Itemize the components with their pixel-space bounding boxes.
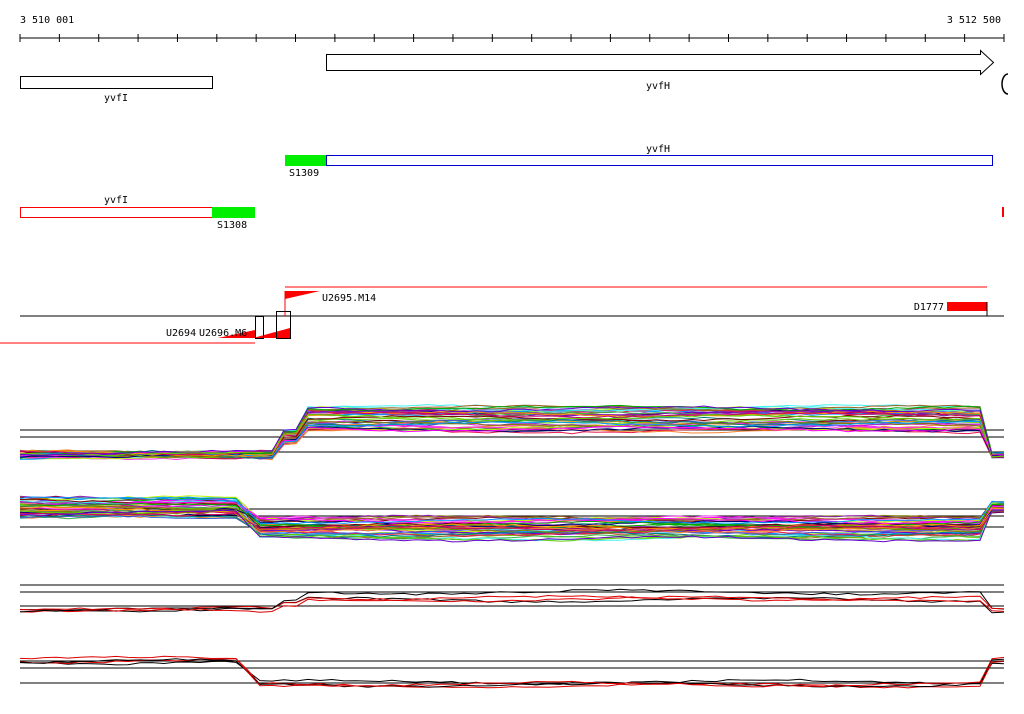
coordinate-ruler: 3 510 001 3 512 500 (19, 15, 1005, 42)
s1309-label: S1309 (289, 168, 319, 179)
track3-profile-lines (19, 588, 1005, 614)
expression-track-3 (19, 584, 1005, 614)
expression-profile-line (19, 410, 1005, 457)
gene-annotation-track: yvfI yvfH (20, 49, 1009, 104)
gene-yvfH-arrow[interactable] (326, 49, 995, 76)
gene-yvfH-label: yvfH (646, 81, 670, 92)
shift-track: U2695.M14 D1777 U2694 U2696.M6 (0, 286, 1004, 344)
expression-track-4 (19, 655, 1005, 689)
yvfH-transcript-box[interactable] (326, 155, 993, 166)
u2696-flag-icon[interactable] (253, 328, 290, 338)
expression-track-1 (19, 404, 1005, 461)
edge-red-mark (1002, 207, 1004, 217)
ruler-end-label: 3 512 500 (947, 15, 1001, 26)
next-gene-edge[interactable] (1001, 73, 1009, 95)
expression-profile-line (19, 594, 1005, 613)
ruler-start-label: 3 510 001 (20, 15, 74, 26)
track2-profile-lines (19, 495, 1005, 543)
gene-yvfI-box[interactable] (20, 76, 213, 89)
u2694-label: U2694 (166, 328, 196, 339)
gene-yvfI-label: yvfI (104, 93, 128, 104)
expression-profile-line (19, 660, 1005, 686)
expression-profile-line (19, 409, 1005, 458)
expression-track-2 (19, 495, 1005, 543)
u2695-flag-icon[interactable] (285, 291, 320, 299)
yvfI-transcript-box[interactable] (20, 207, 213, 218)
s1308-label: S1308 (217, 220, 247, 231)
yvfI-transcript-label: yvfI (104, 195, 128, 206)
d1777-label: D1777 (914, 302, 944, 313)
u2694-bracket (255, 316, 264, 339)
s1308-green-block[interactable] (212, 207, 255, 218)
u2696-label: U2696.M6 (199, 328, 247, 339)
d1777-block[interactable] (947, 302, 987, 311)
yvfH-transcript-label: yvfH (646, 144, 670, 155)
expression-profile-line (19, 410, 1005, 458)
track1-profile-lines (19, 404, 1005, 461)
genome-browser-view: 3 510 001 3 512 500 yvfI yvfH yvfH S1309… (0, 15, 1009, 689)
forward-transcript-track: yvfH S1309 (285, 144, 993, 179)
expression-profile-line (20, 596, 1005, 614)
u2695-label: U2695.M14 (322, 293, 376, 304)
reverse-transcript-track: yvfI S1308 (20, 195, 1004, 231)
s1309-green-block[interactable] (285, 155, 326, 166)
